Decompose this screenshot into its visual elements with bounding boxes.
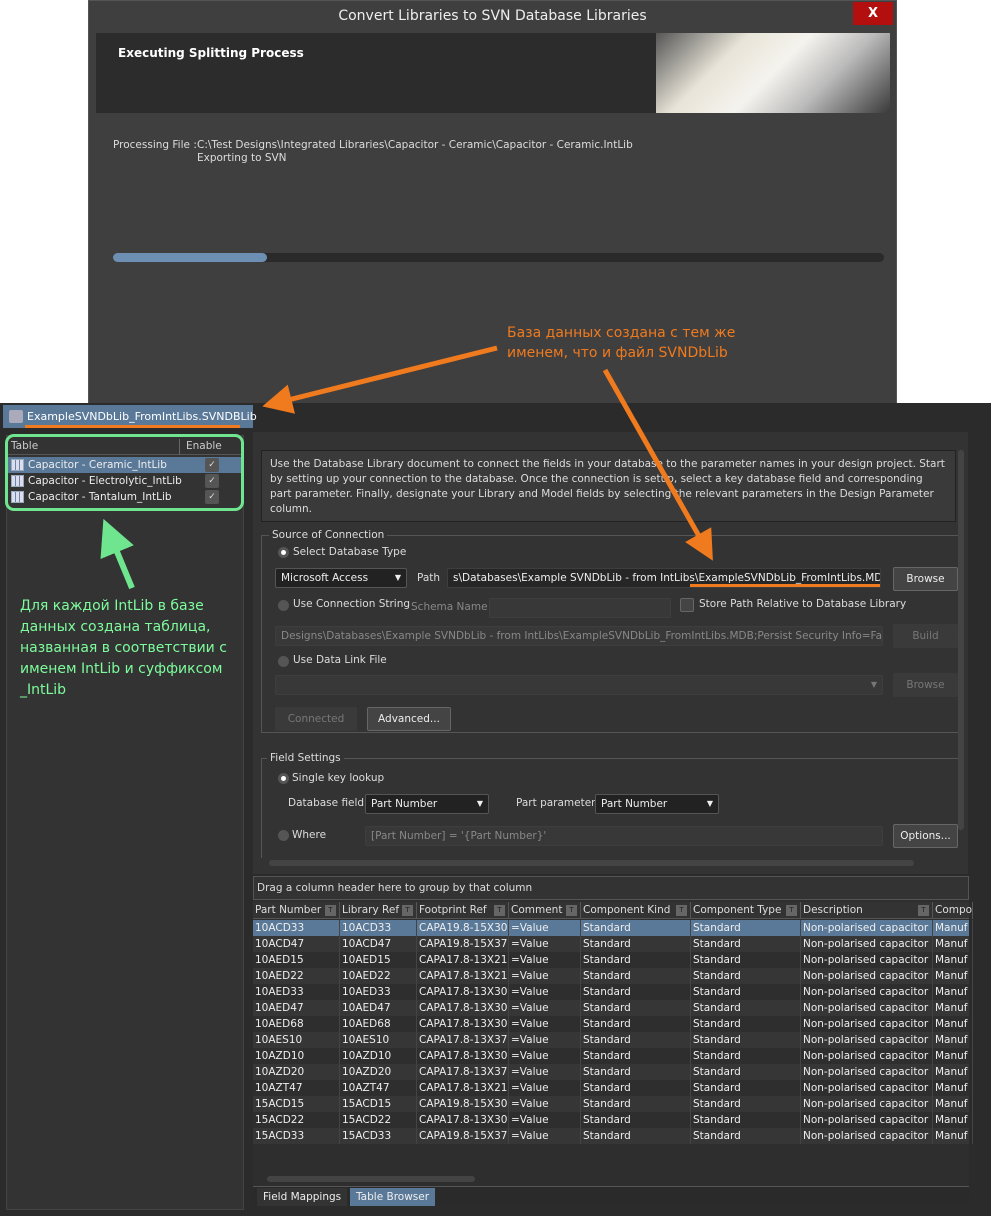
arrow-to-document-tab: [262, 345, 498, 414]
arrow-to-path: [602, 368, 713, 561]
arrow-to-tables: [100, 518, 135, 590]
annotation-arrows: [100, 345, 713, 590]
